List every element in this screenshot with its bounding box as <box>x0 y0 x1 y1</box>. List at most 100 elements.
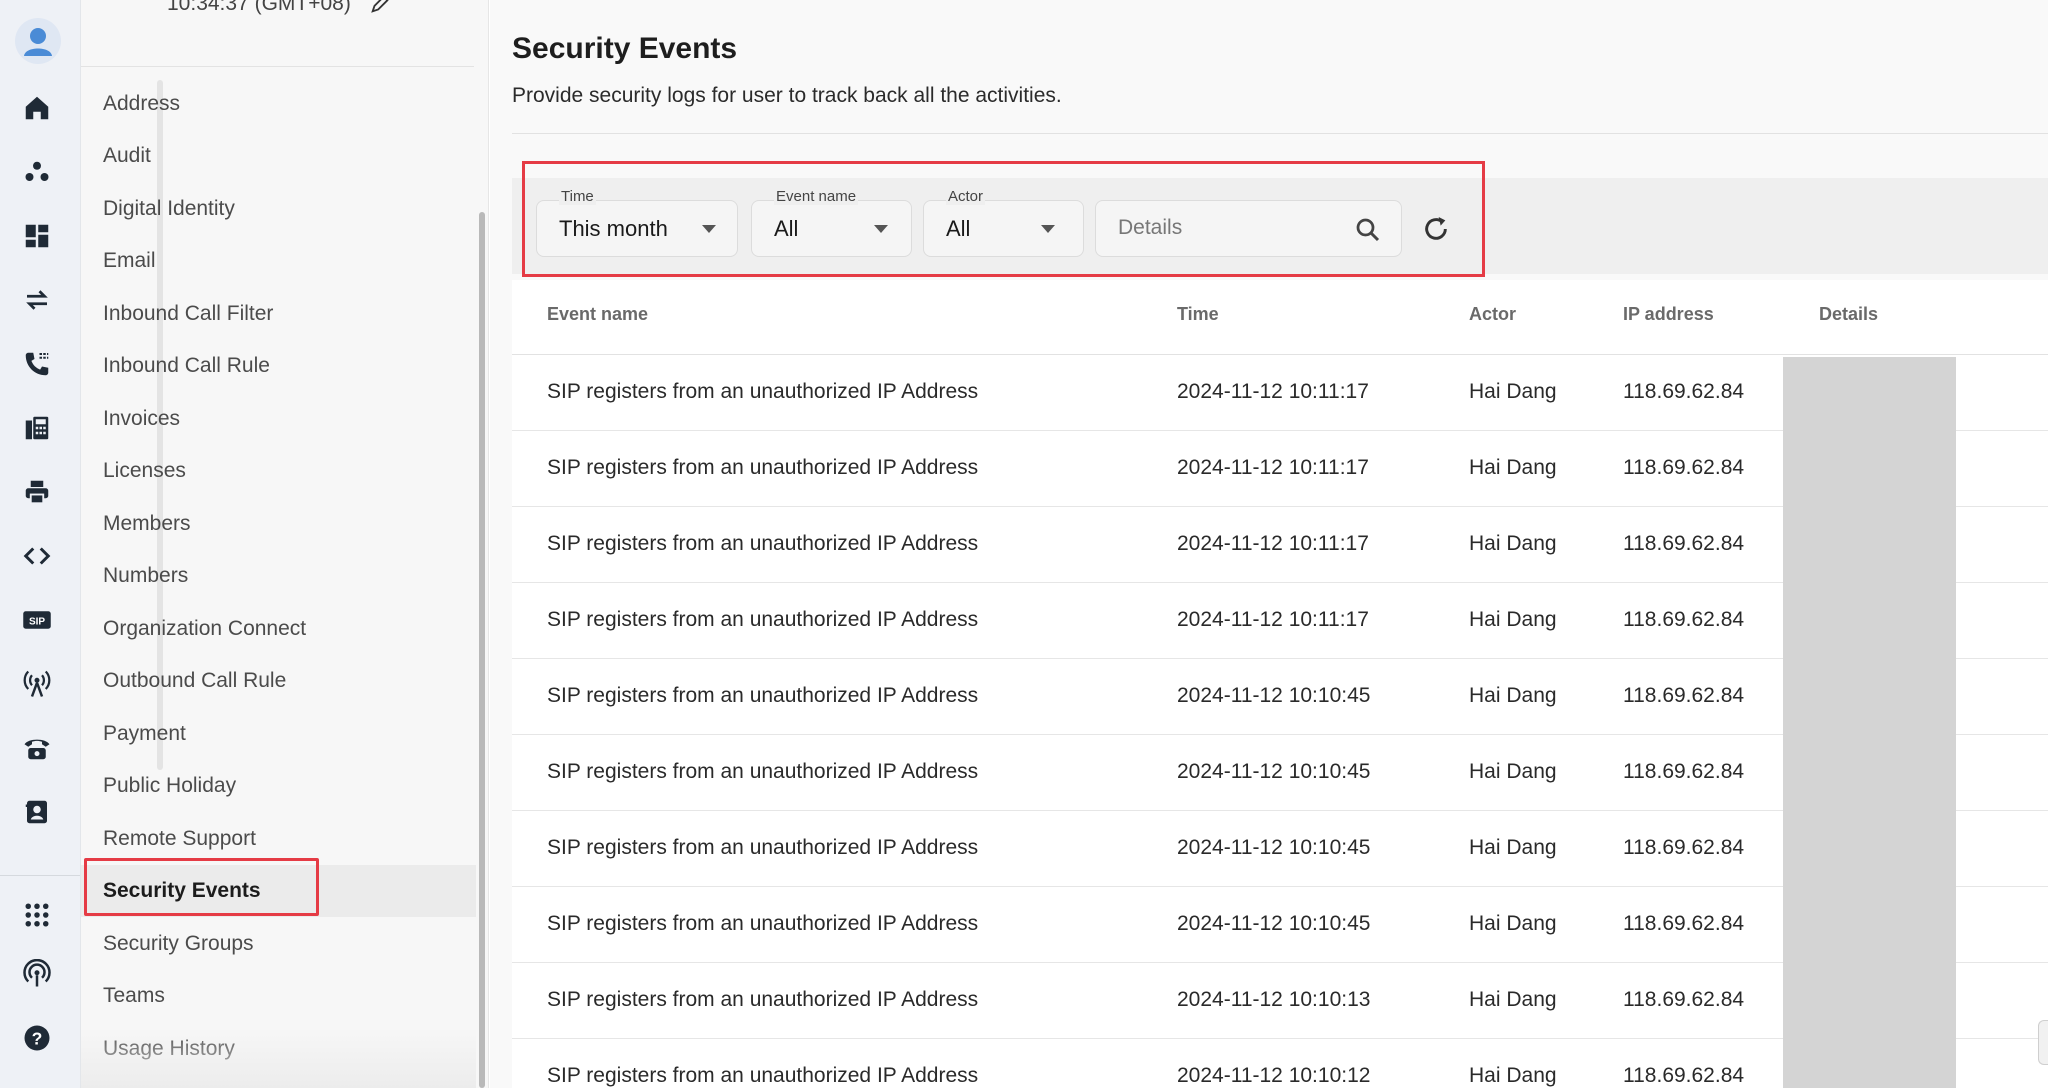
people-icon[interactable] <box>20 155 54 189</box>
time-value: This month <box>559 216 668 241</box>
cell-time: 2024-11-12 10:11:17 <box>1177 532 1369 555</box>
subnav-item-usage-history[interactable]: Usage History <box>81 1023 476 1075</box>
edit-icon[interactable] <box>369 0 391 15</box>
sip-icon[interactable]: SIP <box>20 603 54 637</box>
subnav-item-address[interactable]: Address <box>81 78 476 130</box>
cell-actor: Hai Dang <box>1469 760 1557 783</box>
cell-time: 2024-11-12 10:10:45 <box>1177 836 1371 859</box>
subnav-item-members[interactable]: Members <box>81 498 476 550</box>
cell-event-name: SIP registers from an unauthorized IP Ad… <box>547 532 979 555</box>
actor-label: Actor <box>946 188 986 205</box>
subnav-item-inbound-call-filter[interactable]: Inbound Call Filter <box>81 288 476 340</box>
header-divider <box>512 133 2048 134</box>
cell-ip-address: 118.69.62.84 <box>1623 836 1745 859</box>
cell-time: 2024-11-12 10:10:45 <box>1177 684 1371 707</box>
subnav-item-licenses[interactable]: Licenses <box>81 445 476 497</box>
subnav-item-label: Security Events <box>103 879 261 902</box>
printer-icon[interactable] <box>20 475 54 509</box>
subnav-item-label: Licenses <box>103 459 186 482</box>
cell-actor: Hai Dang <box>1469 988 1557 1011</box>
details-search-input[interactable]: Details <box>1095 200 1402 257</box>
cell-actor: Hai Dang <box>1469 912 1557 935</box>
event-name-select[interactable]: Event name All <box>751 188 912 257</box>
transfer-icon[interactable] <box>20 283 54 317</box>
avatar[interactable] <box>15 18 61 64</box>
broadcast-icon[interactable] <box>20 957 54 991</box>
cell-event-name: SIP registers from an unauthorized IP Ad… <box>547 1064 979 1087</box>
chevron-down-icon <box>702 225 716 233</box>
column-header-actor[interactable]: Actor <box>1469 304 1516 325</box>
column-header-time[interactable]: Time <box>1177 304 1219 325</box>
cell-event-name: SIP registers from an unauthorized IP Ad… <box>547 760 979 783</box>
cell-ip-address: 118.69.62.84 <box>1623 608 1745 631</box>
subnav-top-text: 10:34:37 (GMT+08) <box>167 0 391 16</box>
cell-time: 2024-11-12 10:10:45 <box>1177 912 1371 935</box>
subnav-item-organization-connect[interactable]: Organization Connect <box>81 603 476 655</box>
subnav-item-outbound-call-rule[interactable]: Outbound Call Rule <box>81 655 476 707</box>
subnav-item-digital-identity[interactable]: Digital Identity <box>81 183 476 235</box>
cell-ip-address: 118.69.62.84 <box>1623 760 1745 783</box>
cell-event-name: SIP registers from an unauthorized IP Ad… <box>547 684 979 707</box>
svg-text:SIP: SIP <box>29 616 45 627</box>
subnav-item-remote-support[interactable]: Remote Support <box>81 813 476 865</box>
subnav-item-email[interactable]: Email <box>81 235 476 287</box>
cell-ip-address: 118.69.62.84 <box>1623 912 1745 935</box>
subnav-divider <box>81 66 474 67</box>
cell-ip-address: 118.69.62.84 <box>1623 1064 1745 1087</box>
subnav-item-inbound-call-rule[interactable]: Inbound Call Rule <box>81 340 476 392</box>
column-header-ip-address[interactable]: IP address <box>1623 304 1714 325</box>
code-icon[interactable] <box>20 539 54 573</box>
subnav-item-label: Address <box>103 92 181 115</box>
icon-rail: SIP ? <box>0 0 81 1088</box>
table-header: Event name Time Actor IP address Details <box>512 280 2048 355</box>
cell-time: 2024-11-12 10:10:12 <box>1177 1064 1371 1087</box>
apps-grid-icon[interactable] <box>20 898 54 932</box>
telephone-icon[interactable] <box>20 731 54 765</box>
subnav-item-label: Audit <box>103 144 151 167</box>
time-label: Time <box>559 188 596 205</box>
fax-machine-icon[interactable] <box>20 411 54 445</box>
contact-card-icon[interactable] <box>20 795 54 829</box>
subnav-item-label: Numbers <box>103 564 189 587</box>
help-icon[interactable]: ? <box>20 1021 54 1055</box>
details-column-redaction <box>1783 357 1956 1088</box>
main-content: Security Events Provide security logs fo… <box>490 0 2048 1088</box>
avatar-icon <box>24 28 52 56</box>
time-select[interactable]: Time This month <box>536 188 738 257</box>
subnav-item-public-holiday[interactable]: Public Holiday <box>81 760 476 812</box>
subnav-item-label: Payment <box>103 722 186 745</box>
cell-time: 2024-11-12 10:11:17 <box>1177 456 1369 479</box>
subnav-item-numbers[interactable]: Numbers <box>81 550 476 602</box>
actor-select[interactable]: Actor All <box>923 188 1084 257</box>
home-icon[interactable] <box>20 91 54 125</box>
subnav-scrollbar[interactable] <box>479 212 485 1088</box>
subnav-item-payment[interactable]: Payment <box>81 708 476 760</box>
cell-ip-address: 118.69.62.84 <box>1623 380 1745 403</box>
event-name-value: All <box>774 216 799 241</box>
column-header-event-name[interactable]: Event name <box>547 304 648 325</box>
search-icon[interactable] <box>1353 215 1383 245</box>
cell-time: 2024-11-12 10:10:13 <box>1177 988 1371 1011</box>
refresh-icon[interactable] <box>1420 213 1452 245</box>
subnav-item-invoices[interactable]: Invoices <box>81 393 476 445</box>
antenna-icon[interactable] <box>20 667 54 701</box>
cell-event-name: SIP registers from an unauthorized IP Ad… <box>547 912 979 935</box>
subnav-item-audit[interactable]: Audit <box>81 130 476 182</box>
subnav-item-label: Digital Identity <box>103 197 235 220</box>
call-log-icon[interactable] <box>20 347 54 381</box>
subnav-item-label: Invoices <box>103 407 181 430</box>
event-name-label: Event name <box>774 188 859 205</box>
cell-time: 2024-11-12 10:11:17 <box>1177 608 1369 631</box>
column-header-details[interactable]: Details <box>1819 304 1878 325</box>
cell-event-name: SIP registers from an unauthorized IP Ad… <box>547 608 979 631</box>
cell-event-name: SIP registers from an unauthorized IP Ad… <box>547 380 979 403</box>
dashboard-icon[interactable] <box>20 219 54 253</box>
subnav-item-label: Email <box>103 249 156 272</box>
subnav-item-security-groups[interactable]: Security Groups <box>81 918 476 970</box>
settings-subnav: 10:34:37 (GMT+08) Address Audit Digital … <box>81 0 489 1088</box>
side-panel-handle[interactable] <box>2038 1020 2048 1065</box>
subnav-item-label: Teams <box>103 984 165 1007</box>
subnav-item-teams[interactable]: Teams <box>81 970 476 1022</box>
cell-ip-address: 118.69.62.84 <box>1623 988 1745 1011</box>
subnav-item-security-events[interactable]: Security Events <box>81 865 476 917</box>
